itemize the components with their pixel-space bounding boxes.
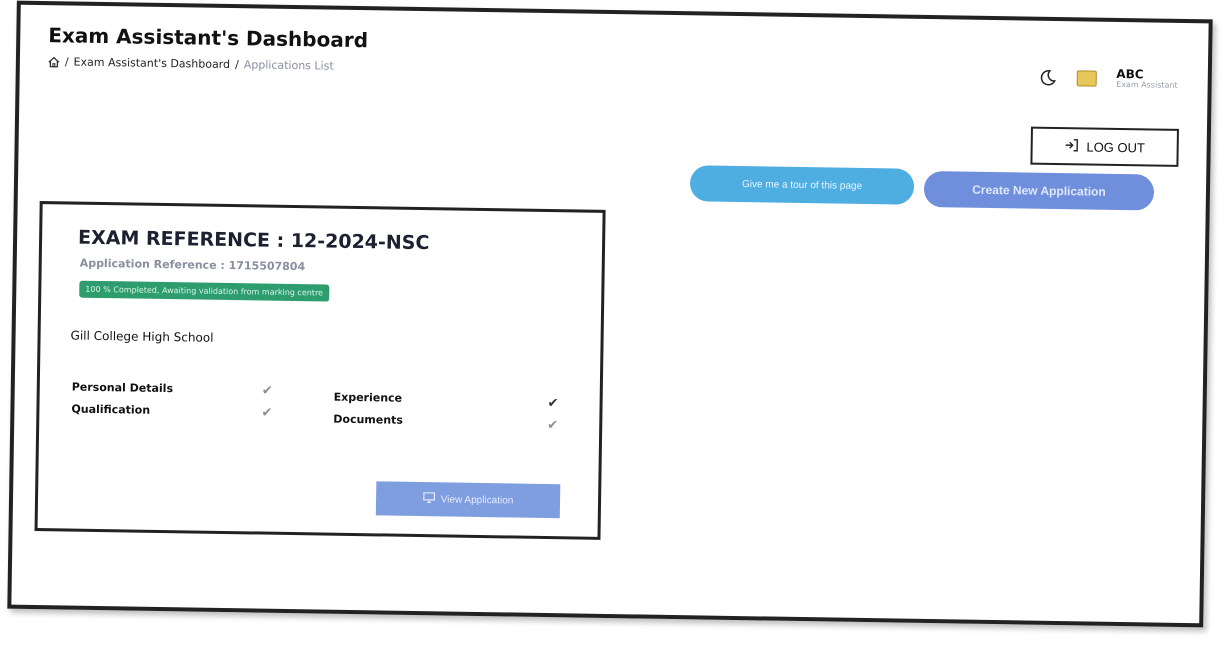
- status-badge: 100 % Completed, Awaiting validation fro…: [79, 280, 330, 302]
- moon-icon[interactable]: [1038, 69, 1056, 87]
- checklist-label-qualification: Qualification: [71, 402, 151, 417]
- breadcrumb-separator: /: [234, 58, 239, 72]
- checklist-label-documents: Documents: [333, 412, 404, 427]
- user-role: Exam Assistant: [1116, 80, 1178, 91]
- check-icon: ✔: [261, 383, 273, 399]
- logout-button[interactable]: LOG OUT: [1030, 126, 1179, 167]
- breadcrumb-dashboard[interactable]: Exam Assistant's Dashboard: [74, 56, 231, 71]
- check-icon: ✔: [261, 405, 273, 421]
- tour-button[interactable]: Give me a tour of this page: [689, 165, 915, 205]
- home-icon[interactable]: [48, 56, 60, 68]
- view-application-label: View Application: [440, 493, 514, 507]
- page-title: Exam Assistant's Dashboard: [48, 23, 369, 53]
- topbar-user-area: ABC Exam Assistant: [1038, 67, 1178, 91]
- check-icon: ✔: [547, 396, 559, 412]
- breadcrumb: / Exam Assistant's Dashboard / Applicati…: [48, 55, 334, 73]
- exam-reference: EXAM REFERENCE : 12-2024-NSC: [77, 226, 430, 255]
- screenshot-frame: Exam Assistant's Dashboard / Exam Assist…: [7, 0, 1213, 628]
- logout-icon: [1064, 138, 1078, 155]
- coat-of-arms-icon: [1076, 70, 1097, 87]
- school-name: Gill College High School: [70, 328, 214, 345]
- checklist-label-personal-details: Personal Details: [71, 380, 174, 396]
- checklist-label-experience: Experience: [333, 390, 403, 405]
- create-application-button[interactable]: Create New Application: [923, 170, 1155, 211]
- breadcrumb-current: Applications List: [243, 58, 334, 73]
- check-icon: ✔: [547, 418, 559, 434]
- monitor-icon: [422, 492, 435, 506]
- breadcrumb-separator: /: [64, 55, 69, 69]
- application-card: EXAM REFERENCE : 12-2024-NSC Application…: [34, 201, 606, 540]
- application-reference: Application Reference : 1715507804: [79, 256, 306, 274]
- user-profile[interactable]: ABC Exam Assistant: [1116, 67, 1178, 91]
- view-application-button[interactable]: View Application: [375, 481, 561, 519]
- logout-label: LOG OUT: [1086, 138, 1146, 155]
